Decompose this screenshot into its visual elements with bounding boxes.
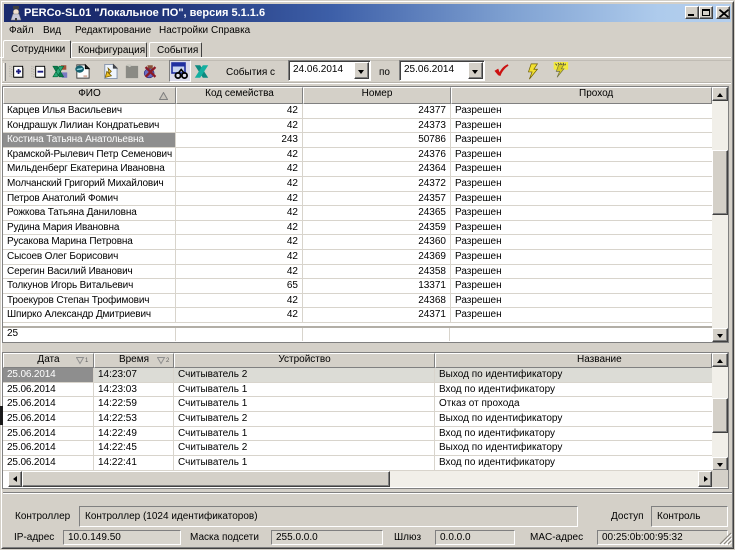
svg-text:1: 1 bbox=[85, 358, 89, 364]
svg-text:2: 2 bbox=[166, 358, 170, 364]
